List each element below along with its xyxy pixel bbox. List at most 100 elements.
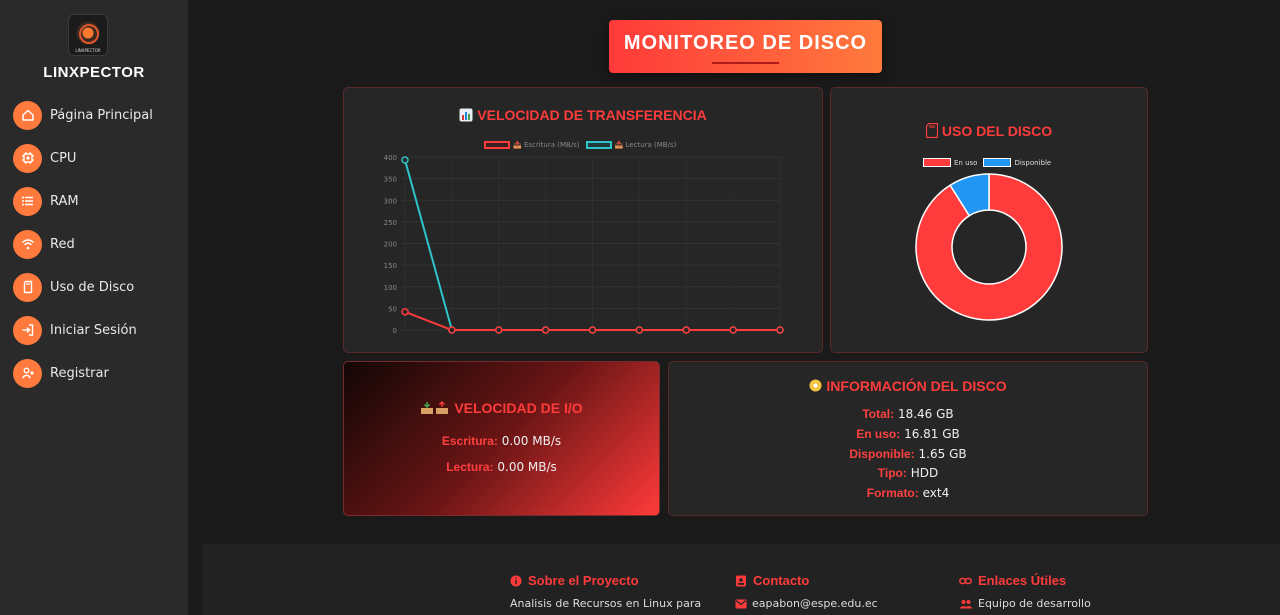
io-read-label: Lectura:	[446, 460, 494, 474]
footer: Sobre el Proyecto Analisis de Recursos e…	[202, 544, 1280, 615]
y-tick-label: 150	[384, 262, 397, 270]
sidebar-item-red[interactable]: Red	[13, 229, 153, 259]
footer-contact: Contacto eapabon@espe.edu.ec	[735, 573, 878, 610]
info-label: Formato:	[866, 486, 919, 500]
login-icon	[13, 315, 42, 345]
sidebar-item-uso-de-disco[interactable]: Uso de Disco	[13, 272, 153, 302]
io-card-title: VELOCIDAD DE I/O	[344, 400, 659, 418]
io-speed-card: VELOCIDAD DE I/O Escritura: 0.00 MB/s Le…	[343, 361, 660, 516]
list-icon	[13, 186, 42, 216]
info-label: Tipo:	[877, 466, 907, 480]
logo-ring	[79, 24, 99, 44]
io-write-row: Escritura: 0.00 MB/s	[344, 434, 659, 448]
disk-info-card: INFORMACIÓN DEL DISCO Total: 18.46 GB En…	[668, 361, 1148, 516]
sidebar-item-label: CPU	[50, 150, 77, 166]
sidebar-item-ram[interactable]: RAM	[13, 186, 153, 216]
info-value: 1.65 GB	[918, 447, 967, 461]
title-underline	[712, 62, 779, 64]
info-label: Total:	[862, 407, 895, 421]
footer-about-text: Analisis de Recursos en Linux para	[510, 597, 702, 610]
transfer-line-chart: 400 350 300 250 200 150 100 50 0	[384, 154, 784, 335]
sidebar-item-pagina-principal[interactable]: Página Principal	[13, 100, 153, 130]
sidebar-item-label: Registrar	[50, 365, 109, 381]
users-icon	[959, 599, 973, 608]
info-row-total: Total: 18.46 GB	[669, 407, 1147, 421]
info-card-title-text: INFORMACIÓN DEL DISCO	[826, 378, 1007, 394]
y-tick-label: 350	[384, 176, 397, 184]
data-point-write	[588, 326, 597, 334]
home-icon	[13, 100, 42, 130]
footer-about: Sobre el Proyecto Analisis de Recursos e…	[510, 573, 701, 610]
data-point-write	[448, 326, 456, 334]
brand-name: LINXPECTOR	[43, 64, 145, 81]
io-read-row: Lectura: 0.00 MB/s	[344, 460, 659, 474]
info-row-tipo: Tipo: HDD	[669, 466, 1147, 480]
dvd-icon	[809, 379, 822, 395]
user-add-icon	[13, 358, 42, 388]
sidebar-item-registrar[interactable]: Registrar	[13, 358, 153, 388]
disk-usage-card: USO DEL DISCO En uso Disponible	[830, 87, 1148, 353]
info-value: ext4	[922, 486, 950, 500]
transfer-speed-card: VELOCIDAD DE TRANSFERENCIA 📤 Escritura (…	[343, 87, 823, 353]
footer-about-heading: Sobre el Proyecto	[510, 573, 701, 588]
wifi-icon	[13, 229, 42, 259]
app-logo: LINXPECTOR	[68, 14, 108, 56]
sidebar-item-iniciar-sesion[interactable]: Iniciar Sesión	[13, 315, 153, 345]
footer-links-title: Enlaces Útiles	[978, 573, 1067, 588]
sidebar: LINXPECTOR LINXPECTOR Página Principal C…	[0, 0, 188, 615]
sidebar-item-label: RAM	[50, 193, 79, 209]
y-tick-label: 250	[384, 219, 397, 227]
info-label: Disponible:	[849, 447, 915, 461]
info-icon	[510, 575, 522, 586]
y-tick-label: 300	[384, 197, 397, 205]
y-tick-label: 400	[384, 154, 397, 162]
info-row-en-uso: En uso: 16.81 GB	[669, 427, 1147, 441]
data-point-read	[401, 156, 409, 164]
link-icon	[959, 577, 972, 584]
data-point-write	[682, 326, 690, 334]
info-label: En uso:	[856, 427, 901, 441]
sd-card-icon	[13, 272, 42, 302]
data-point-write	[635, 326, 644, 334]
footer-link-team-label: Equipo de desarrollo	[978, 597, 1091, 610]
page-title-banner: MONITOREO DE DISCO	[609, 20, 882, 73]
data-point-write	[776, 326, 784, 334]
footer-links: Enlaces Útiles Equipo de desarrollo	[959, 573, 1091, 610]
footer-links-heading: Enlaces Útiles	[959, 573, 1091, 588]
sidebar-item-label: Iniciar Sesión	[50, 322, 137, 338]
y-tick-label: 50	[388, 305, 397, 313]
footer-link-team[interactable]: Equipo de desarrollo	[959, 597, 1091, 610]
data-point-write	[401, 308, 409, 316]
info-card-title: INFORMACIÓN DEL DISCO	[669, 378, 1147, 395]
contact-card-icon	[736, 575, 746, 586]
sidebar-item-cpu[interactable]: CPU	[13, 143, 153, 173]
inbox-outbox-icon	[420, 400, 450, 418]
sidebar-item-label: Uso de Disco	[50, 279, 135, 295]
sidebar-nav: Página Principal CPU RAM Red Uso de Disc…	[13, 100, 153, 401]
footer-about-title: Sobre el Proyecto	[528, 573, 639, 588]
data-point-write	[541, 326, 550, 334]
footer-contact-heading: Contacto	[735, 573, 878, 588]
info-row-formato: Formato: ext4	[669, 486, 1147, 500]
footer-contact-email: eapabon@espe.edu.ec	[752, 597, 878, 610]
io-card-title-text: VELOCIDAD DE I/O	[454, 400, 583, 416]
info-value: HDD	[910, 466, 939, 480]
envelope-icon	[735, 599, 747, 608]
io-write-label: Escritura:	[441, 434, 498, 448]
data-point-write	[729, 326, 737, 334]
info-row-disponible: Disponible: 1.65 GB	[669, 447, 1147, 461]
disk-usage-donut-chart	[915, 173, 1063, 321]
footer-contact-email-row[interactable]: eapabon@espe.edu.ec	[735, 597, 878, 610]
footer-contact-title: Contacto	[753, 573, 810, 588]
info-value: 18.46 GB	[897, 407, 954, 421]
info-value: 16.81 GB	[904, 427, 960, 441]
y-tick-label: 100	[384, 284, 397, 292]
page-title: MONITOREO DE DISCO	[623, 32, 868, 54]
logo-caption: LINXPECTOR	[75, 48, 101, 53]
io-write-value: 0.00 MB/s	[501, 434, 562, 448]
cpu-icon	[13, 143, 42, 173]
y-tick-label: 0	[393, 327, 397, 335]
data-point-write	[495, 326, 503, 334]
y-tick-label: 200	[384, 241, 397, 249]
io-read-value: 0.00 MB/s	[497, 460, 557, 474]
